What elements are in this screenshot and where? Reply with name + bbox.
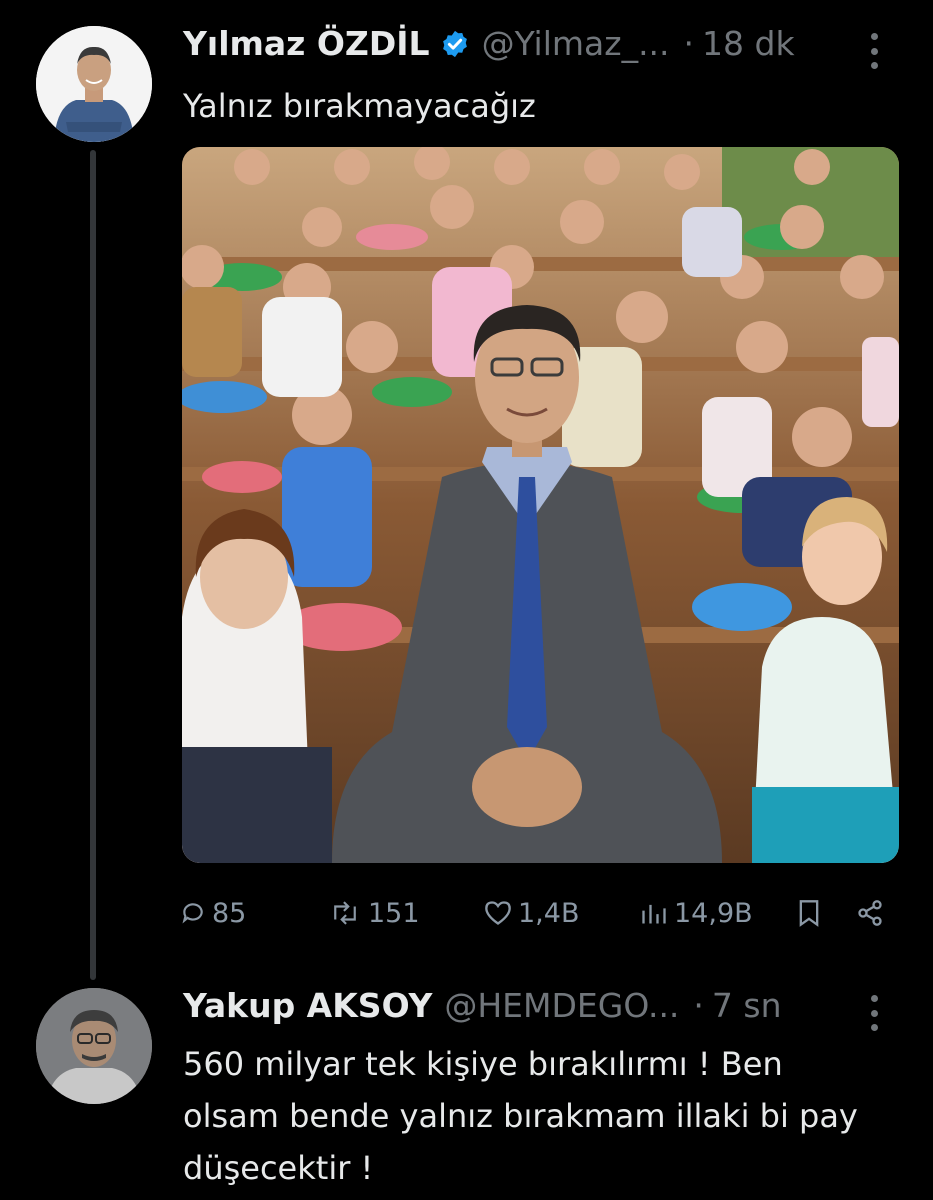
retweet-count: 151 — [368, 897, 420, 929]
author-avatar[interactable] — [36, 988, 152, 1104]
bookmark-button[interactable] — [797, 890, 827, 936]
tweet-media[interactable] — [182, 147, 899, 863]
retweet-button[interactable]: 151 — [328, 890, 420, 936]
reply-count: 85 — [212, 897, 247, 929]
more-icon[interactable] — [868, 995, 880, 1031]
verified-icon — [442, 30, 467, 57]
time-separator: · — [683, 24, 695, 63]
author-avatar[interactable] — [36, 26, 152, 142]
media-photo — [182, 147, 899, 863]
tweet-header: Yakup AKSOY @HEMDEGO... · 7 sn — [183, 986, 782, 1025]
reply-button[interactable]: 85 — [180, 890, 246, 936]
author-name[interactable]: Yakup AKSOY — [183, 986, 432, 1025]
author-handle[interactable]: @Yilmaz_... — [482, 24, 670, 63]
tweet-text: 560 milyar tek kişiye bırakılırmı ! Ben … — [183, 1045, 858, 1187]
more-icon[interactable] — [868, 33, 880, 69]
tweet-time[interactable]: 18 dk — [702, 24, 795, 63]
bookmark-icon — [799, 900, 819, 927]
tweet-time[interactable]: 7 sn — [712, 986, 782, 1025]
retweet-icon — [334, 901, 356, 925]
avatar-photo — [36, 26, 152, 142]
like-count: 1,4B — [518, 897, 580, 929]
avatar-photo — [36, 988, 152, 1104]
thread-line — [90, 150, 96, 980]
tweet-actions: 85 151 1,4B 14,9B — [180, 890, 890, 936]
views-count: 14,9B — [674, 897, 753, 929]
like-icon — [485, 901, 511, 925]
author-name[interactable]: Yılmaz ÖZDİL — [183, 24, 430, 63]
views-icon — [642, 904, 666, 924]
time-separator: · — [693, 986, 704, 1025]
views-button[interactable]: 14,9B — [640, 890, 753, 936]
tweet-text: Yalnız bırakmayacağız — [183, 87, 536, 125]
share-button[interactable] — [856, 890, 890, 936]
reply-icon — [182, 903, 203, 924]
like-button[interactable]: 1,4B — [484, 890, 579, 936]
author-handle[interactable]: @HEMDEGO... — [444, 986, 679, 1025]
share-icon — [858, 900, 882, 926]
tweet-header: Yılmaz ÖZDİL @Yilmaz_... · 18 dk — [183, 24, 795, 63]
